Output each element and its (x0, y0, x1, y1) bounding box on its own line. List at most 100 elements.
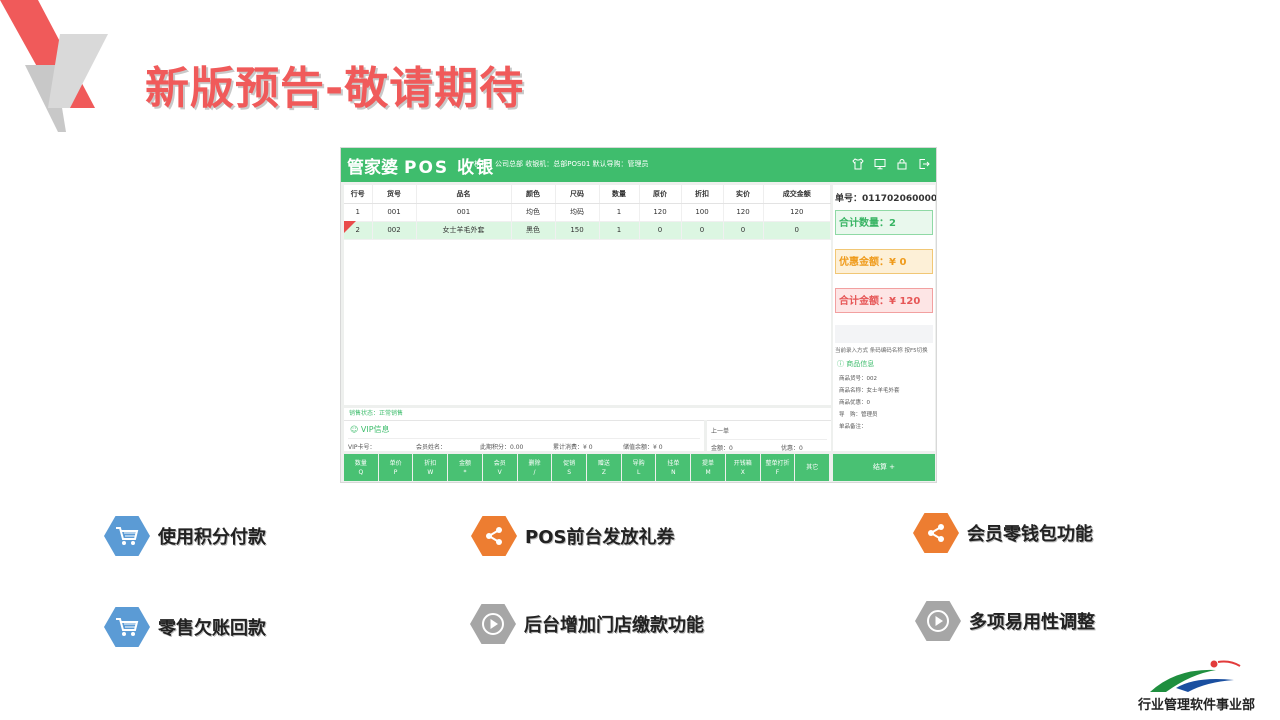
pos-brand: 管家婆 POS 收银 (347, 153, 495, 178)
table-header-row: 行号 货号 品名 颜色 尺码 数量 原价 折扣 实价 成交金额 (344, 185, 831, 204)
summary-panel: 单号：0117020600001 合计数量：2 优惠金额：¥ 0 合计金额：¥ … (833, 185, 937, 451)
goods-guide: 导 购：管理员 (839, 412, 878, 418)
play-icon (915, 601, 961, 641)
cell-size: 150 (555, 221, 600, 240)
key-amount[interactable]: 金额 * (448, 454, 482, 481)
cell-real-price: 0 (723, 221, 764, 240)
share-icon (471, 516, 517, 556)
feature-item: 后台增加门店缴款功能 (470, 602, 704, 646)
key-quantity[interactable]: 数量 Q (344, 454, 378, 481)
table-row-selected[interactable]: 2 002 女士羊毛外套 黑色 150 1 0 0 0 0 (344, 221, 831, 240)
cell-amount: 0 (763, 221, 831, 240)
info-icon: ⓘ (837, 360, 844, 368)
previous-order-values: 金额：0 优惠：0 (711, 439, 827, 452)
cell-sku: 002 (372, 221, 417, 240)
feature-label: 使用积分付款 (158, 527, 266, 548)
department-name: 行业管理软件事业部 (1138, 698, 1256, 713)
goods-name: 商品名称：女士羊毛外套 (839, 388, 900, 394)
goods-sku: 商品货号：002 (839, 376, 877, 382)
feature-label: POS前台发放礼券 (525, 527, 675, 548)
table-row[interactable]: 1 001 001 均色 均码 1 120 100 120 120 (344, 203, 831, 222)
monitor-icon[interactable] (874, 158, 886, 170)
col-name[interactable]: 品名 (416, 185, 512, 204)
key-open-drawer[interactable]: 开钱箱 X (725, 454, 760, 481)
key-order-discount[interactable]: 整单打折 F (760, 454, 795, 481)
vip-points-field: 此期积分：0.00 (480, 444, 524, 451)
brand-logo-mark (0, 0, 108, 132)
lock-icon[interactable] (896, 158, 908, 170)
goods-info-title: ⓘ 商品信息 (837, 359, 874, 369)
cell-discount: 0 (681, 221, 724, 240)
key-other[interactable]: 其它 (795, 454, 830, 481)
cell-qty: 1 (599, 203, 640, 222)
cell-sku: 001 (372, 203, 417, 222)
previous-amount: 金额：0 (711, 445, 733, 452)
discount-amount: 优惠金额：¥ 0 (835, 249, 933, 274)
col-qty[interactable]: 数量 (599, 185, 640, 204)
key-discount[interactable]: 折扣 W (413, 454, 448, 481)
cell-color: 均色 (511, 203, 556, 222)
col-color[interactable]: 颜色 (511, 185, 556, 204)
key-gift[interactable]: 赠送 Z (587, 454, 621, 481)
cell-amount: 120 (763, 203, 831, 222)
header-icons (852, 158, 930, 170)
goods-remark: 单品备注： (839, 424, 867, 430)
feature-item: POS前台发放礼券 (471, 514, 674, 558)
feature-label: 零售欠账回款 (158, 618, 266, 639)
vip-panel: ☺ VIP信息 VIP卡号： 会员姓名： 此期积分：0.00 累计消费：¥ 0 … (344, 420, 704, 451)
col-real-price[interactable]: 实价 (723, 185, 764, 204)
col-sku[interactable]: 货号 (372, 185, 417, 204)
item-table: 行号 货号 品名 颜色 尺码 数量 原价 折扣 实价 成交金额 1 001 00… (344, 185, 831, 240)
order-number: 单号：0117020600001 (835, 194, 937, 204)
barcode-input[interactable] (835, 325, 933, 343)
key-guide[interactable]: 导购 L (621, 454, 656, 481)
pos-header: 管家婆 POS 收银 机构：公司总部 收银机：总部POS01 默认导购：管理员 (341, 148, 936, 182)
cell-qty: 1 (599, 221, 640, 240)
key-member[interactable]: 会员 V (482, 454, 517, 481)
previous-discount: 优惠：0 (781, 445, 803, 452)
goods-discount: 商品优惠：0 (839, 400, 870, 406)
total-quantity: 合计数量：2 (835, 210, 933, 235)
cell-orig-price: 0 (639, 221, 682, 240)
cart-icon (104, 516, 150, 556)
gift-flag-icon (344, 221, 356, 233)
feature-item: 零售欠账回款 (104, 605, 266, 649)
play-icon (470, 604, 516, 644)
sales-status: 销售状态：正常销售 (344, 408, 831, 420)
vip-title-label: VIP信息 (360, 425, 390, 434)
key-hold[interactable]: 挂单 N (656, 454, 691, 481)
col-row-no[interactable]: 行号 (344, 185, 373, 204)
vip-title: ☺ VIP信息 (350, 424, 390, 435)
brand-name: 管家婆 (347, 158, 398, 178)
feature-label: 后台增加门店缴款功能 (524, 615, 704, 636)
col-discount[interactable]: 折扣 (681, 185, 724, 204)
cart-icon (104, 607, 150, 647)
slide-title: 新版预告-敬请期待 (145, 63, 525, 114)
cell-name: 001 (416, 203, 512, 222)
user-icon: ☺ (350, 425, 359, 434)
share-icon (913, 513, 959, 553)
key-delete[interactable]: 删除 / (517, 454, 552, 481)
col-orig-price[interactable]: 原价 (639, 185, 682, 204)
col-amount[interactable]: 成交金额 (763, 185, 831, 204)
vip-name-field: 会员姓名： (416, 444, 447, 451)
department-logo (1150, 660, 1241, 692)
cell-real-price: 120 (723, 203, 764, 222)
feature-item: 使用积分付款 (104, 514, 266, 558)
logout-icon[interactable] (918, 158, 930, 170)
key-price[interactable]: 单价 P (378, 454, 413, 481)
vip-card-field[interactable]: VIP卡号： (348, 442, 376, 451)
cell-orig-price: 120 (639, 203, 682, 222)
settle-button[interactable]: 结算 + (833, 454, 935, 481)
col-size[interactable]: 尺码 (555, 185, 600, 204)
key-retrieve[interactable]: 提单 M (691, 454, 725, 481)
input-mode-hint: 当前录入方式 条码编码名称 按F5切换 (835, 348, 928, 354)
cell-size: 均码 (555, 203, 600, 222)
item-table-panel: 行号 货号 品名 颜色 尺码 数量 原价 折扣 实价 成交金额 1 001 00… (344, 185, 831, 405)
cell-discount: 100 (681, 203, 724, 222)
feature-label: 多项易用性调整 (969, 612, 1095, 633)
cell-name: 女士羊毛外套 (416, 221, 512, 240)
total-amount: 合计金额：¥ 120 (835, 288, 933, 313)
key-promotion[interactable]: 促销 S (552, 454, 587, 481)
shirt-icon[interactable] (852, 158, 864, 170)
